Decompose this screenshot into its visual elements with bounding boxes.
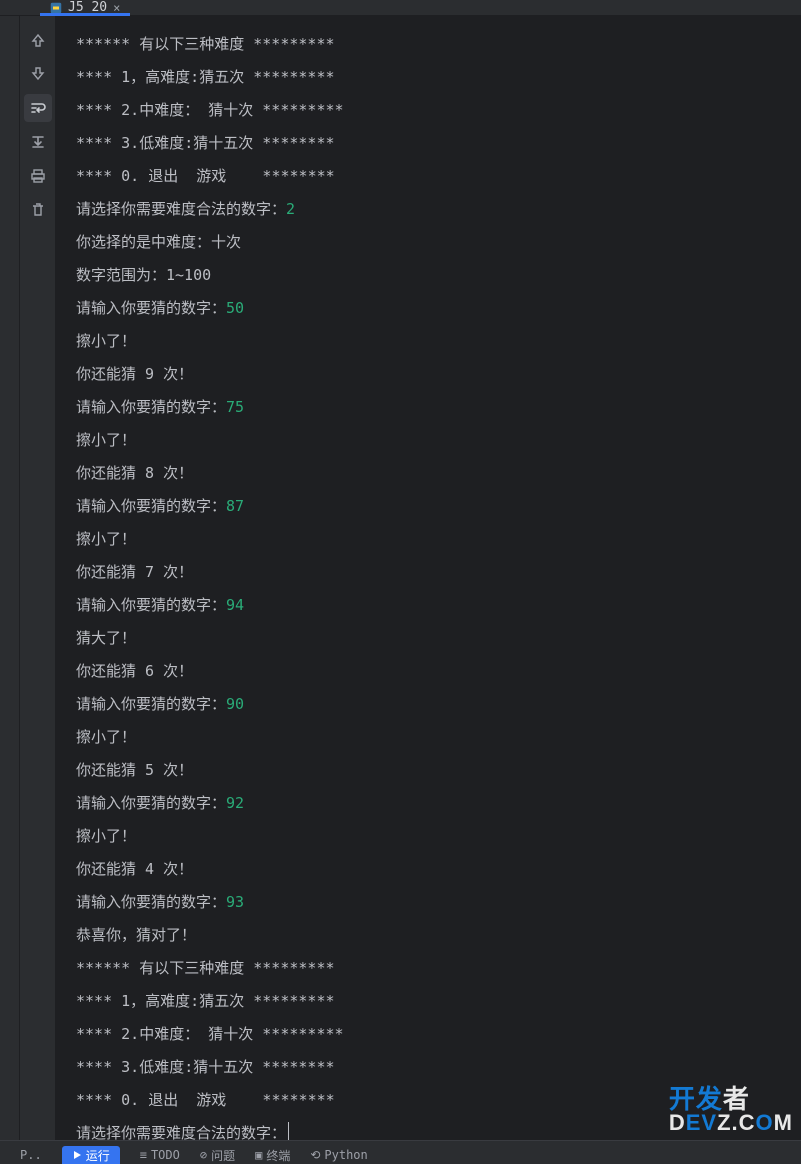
console-line: **** 2.中难度： 猜十次 *********: [76, 94, 801, 127]
bottom-version[interactable]: P..: [20, 1146, 42, 1164]
soft-wrap-icon[interactable]: [24, 94, 52, 122]
arrow-up-icon[interactable]: [24, 26, 52, 54]
console-line: 请输入你要猜的数字：50: [76, 292, 801, 325]
delete-icon[interactable]: [24, 196, 52, 224]
arrow-down-icon[interactable]: [24, 60, 52, 88]
console-line: **** 1，高难度:猜五次 *********: [76, 985, 801, 1018]
console-line: 请输入你要猜的数字：90: [76, 688, 801, 721]
console-line: **** 3.低难度:猜十五次 ********: [76, 127, 801, 160]
console-line: 猜大了！: [76, 622, 801, 655]
console-line: 你还能猜 7 次！: [76, 556, 801, 589]
console-line: ****** 有以下三种难度 *********: [76, 28, 801, 61]
console-line: 你还能猜 5 次！: [76, 754, 801, 787]
left-rail: [0, 16, 20, 1140]
bottom-problems[interactable]: ⊘问题: [200, 1146, 235, 1164]
tab-strip: J5_20 ×: [0, 0, 801, 16]
bottom-toolbar: P.. 运行 ≡TODO ⊘问题 ▣终端 ⟲Python: [0, 1140, 801, 1164]
console-line: 数字范围为：1~100: [76, 259, 801, 292]
console-line: 擦小了！: [76, 325, 801, 358]
user-input-number: 92: [226, 794, 244, 812]
console-line: 请输入你要猜的数字：87: [76, 490, 801, 523]
console-line: 你选择的是中难度：十次: [76, 226, 801, 259]
console-line: 请选择你需要难度合法的数字：: [76, 1117, 801, 1140]
console-line: **** 0. 退出 游戏 ********: [76, 1084, 801, 1117]
console-output[interactable]: ****** 有以下三种难度 ************* 1，高难度:猜五次 *…: [56, 16, 801, 1140]
input-caret: [288, 1122, 289, 1140]
console-line: **** 2.中难度： 猜十次 *********: [76, 1018, 801, 1051]
user-input-number: 2: [286, 200, 295, 218]
console-line: 擦小了！: [76, 424, 801, 457]
console-line: **** 0. 退出 游戏 ********: [76, 160, 801, 193]
close-icon[interactable]: ×: [113, 1, 120, 15]
user-input-number: 93: [226, 893, 244, 911]
console-line: 你还能猜 9 次！: [76, 358, 801, 391]
console-line: **** 3.低难度:猜十五次 ********: [76, 1051, 801, 1084]
console-line: 你还能猜 8 次！: [76, 457, 801, 490]
console-line: **** 1，高难度:猜五次 *********: [76, 61, 801, 94]
bottom-run[interactable]: 运行: [62, 1146, 120, 1164]
console-line: 请输入你要猜的数字：94: [76, 589, 801, 622]
python-file-icon: [50, 2, 62, 14]
console-line: 请输入你要猜的数字：92: [76, 787, 801, 820]
bottom-python[interactable]: ⟲Python: [310, 1146, 367, 1164]
bottom-todo[interactable]: ≡TODO: [140, 1146, 180, 1164]
console-line: 请输入你要猜的数字：75: [76, 391, 801, 424]
console-line: ****** 有以下三种难度 *********: [76, 952, 801, 985]
user-input-number: 90: [226, 695, 244, 713]
console-toolbar: [20, 16, 56, 1140]
console-line: 擦小了！: [76, 820, 801, 853]
scroll-to-end-icon[interactable]: [24, 128, 52, 156]
user-input-number: 50: [226, 299, 244, 317]
console-line: 擦小了！: [76, 721, 801, 754]
console-line: 你还能猜 6 次！: [76, 655, 801, 688]
tab-file[interactable]: J5_20 ×: [40, 0, 130, 15]
user-input-number: 87: [226, 497, 244, 515]
console-line: 恭喜你，猜对了！: [76, 919, 801, 952]
tab-label: J5_20: [68, 0, 107, 15]
console-line: 请输入你要猜的数字：93: [76, 886, 801, 919]
user-input-number: 94: [226, 596, 244, 614]
print-icon[interactable]: [24, 162, 52, 190]
console-line: 擦小了！: [76, 523, 801, 556]
console-line: 你还能猜 4 次！: [76, 853, 801, 886]
user-input-number: 75: [226, 398, 244, 416]
console-line: 请选择你需要难度合法的数字：2: [76, 193, 801, 226]
bottom-terminal[interactable]: ▣终端: [255, 1146, 290, 1164]
